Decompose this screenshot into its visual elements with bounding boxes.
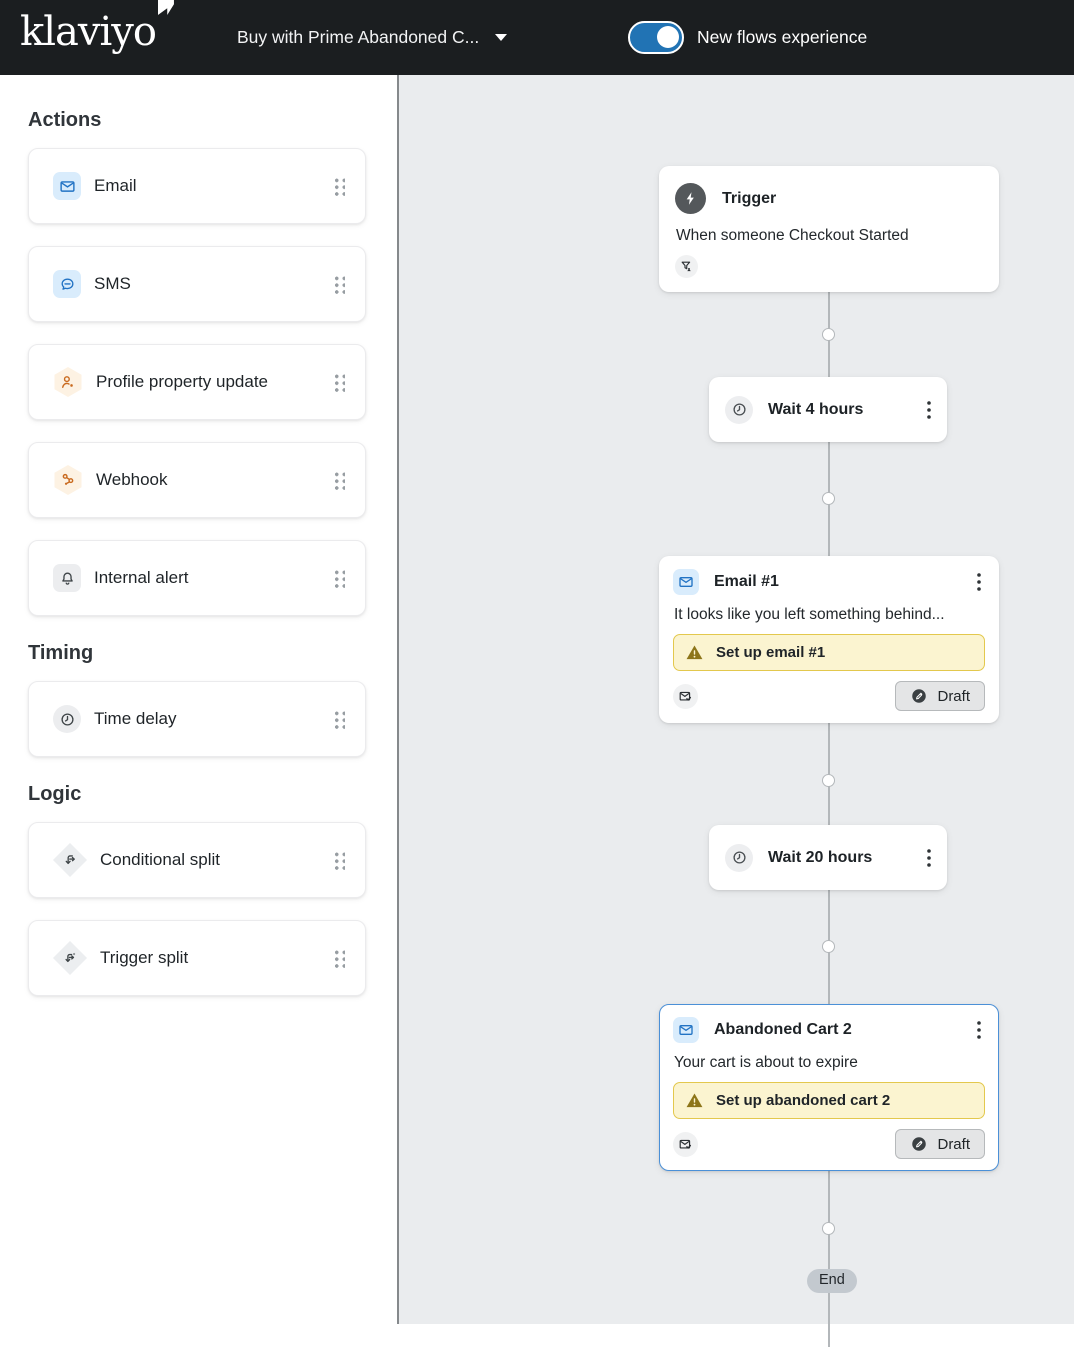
email-subject: Your cart is about to expire	[674, 1054, 985, 1072]
kebab-menu-icon[interactable]	[973, 1019, 985, 1041]
kebab-menu-icon[interactable]	[923, 847, 935, 869]
flow-name: Buy with Prime Abandoned C...	[237, 27, 479, 48]
new-flows-toggle-group: New flows experience	[628, 0, 867, 75]
wait-node-4-hours[interactable]: Wait 4 hours	[709, 377, 947, 442]
toggle-label: New flows experience	[697, 27, 867, 48]
top-bar: klaviyo Buy with Prime Abandoned C... Ne…	[0, 0, 1074, 75]
draft-status-badge[interactable]: Draft	[895, 681, 985, 711]
conditional-split-icon	[53, 843, 87, 877]
palette-item-label: Time delay	[94, 709, 177, 729]
flow-connector-dot[interactable]	[822, 328, 835, 341]
action-palette-sidebar: Actions Email SMS Profile property updat…	[0, 75, 397, 1324]
draft-status-badge[interactable]: Draft	[895, 1129, 985, 1159]
flow-end-badge: End	[807, 1269, 857, 1293]
toggle-knob	[657, 26, 679, 48]
trigger-split-icon	[53, 941, 87, 975]
flow-connector-dot[interactable]	[822, 774, 835, 787]
palette-item-time-delay[interactable]: Time delay	[28, 681, 366, 757]
lightning-icon	[675, 183, 706, 214]
warning-icon	[685, 643, 704, 662]
setup-warning-banner[interactable]: Set up email #1	[673, 634, 985, 671]
email-status-icon	[673, 684, 698, 709]
drag-handle-icon[interactable]	[333, 949, 345, 968]
flow-connector-line	[828, 290, 830, 1347]
palette-item-label: Profile property update	[96, 372, 268, 392]
email-icon	[673, 569, 699, 595]
palette-item-sms[interactable]: SMS	[28, 246, 366, 322]
email-node-abandoned-cart-2[interactable]: Abandoned Cart 2 Your cart is about to e…	[659, 1004, 999, 1171]
klaviyo-logo[interactable]: klaviyo	[20, 12, 174, 52]
filter-profile-icon[interactable]	[675, 255, 698, 278]
drag-handle-icon[interactable]	[333, 471, 345, 490]
drag-handle-icon[interactable]	[333, 373, 345, 392]
section-title-logic: Logic	[28, 783, 366, 806]
clock-icon	[53, 705, 81, 733]
flow-connector-dot[interactable]	[822, 492, 835, 505]
flow-name-dropdown[interactable]: Buy with Prime Abandoned C...	[237, 0, 507, 75]
trigger-description: When someone Checkout Started	[676, 227, 983, 245]
drag-handle-icon[interactable]	[333, 275, 345, 294]
palette-item-label: Webhook	[96, 470, 168, 490]
klaviyo-flag-icon	[158, 0, 174, 15]
flow-canvas[interactable]: Trigger When someone Checkout Started Wa…	[399, 75, 1074, 1324]
palette-item-label: SMS	[94, 274, 131, 294]
email-icon	[673, 1017, 699, 1043]
clock-icon	[725, 396, 753, 424]
palette-item-label: Internal alert	[94, 568, 189, 588]
clock-icon	[725, 844, 753, 872]
palette-item-label: Trigger split	[100, 948, 188, 968]
email-node-title: Email #1	[714, 573, 779, 591]
setup-warning-banner[interactable]: Set up abandoned cart 2	[673, 1082, 985, 1119]
wait-node-title: Wait 4 hours	[768, 401, 863, 419]
palette-item-webhook[interactable]: Webhook	[28, 442, 366, 518]
draft-label: Draft	[937, 688, 970, 705]
profile-property-icon	[53, 367, 83, 397]
drag-handle-icon[interactable]	[333, 710, 345, 729]
wait-node-20-hours[interactable]: Wait 20 hours	[709, 825, 947, 890]
warning-icon	[685, 1091, 704, 1110]
email-subject: It looks like you left something behind.…	[674, 606, 985, 624]
flow-connector-dot[interactable]	[822, 1222, 835, 1235]
new-flows-toggle[interactable]	[628, 21, 684, 54]
section-title-timing: Timing	[28, 642, 366, 665]
wait-node-title: Wait 20 hours	[768, 849, 872, 867]
kebab-menu-icon[interactable]	[923, 399, 935, 421]
email-status-icon	[673, 1132, 698, 1157]
email-node-1[interactable]: Email #1 It looks like you left somethin…	[659, 556, 999, 723]
trigger-node[interactable]: Trigger When someone Checkout Started	[659, 166, 999, 292]
webhook-icon	[53, 465, 83, 495]
palette-item-label: Conditional split	[100, 850, 220, 870]
drag-handle-icon[interactable]	[333, 569, 345, 588]
setup-warning-text: Set up email #1	[716, 644, 825, 661]
drag-handle-icon[interactable]	[333, 851, 345, 870]
pencil-icon	[910, 687, 928, 705]
chevron-down-icon	[495, 34, 507, 41]
draft-label: Draft	[937, 1136, 970, 1153]
drag-handle-icon[interactable]	[333, 177, 345, 196]
palette-item-email[interactable]: Email	[28, 148, 366, 224]
palette-item-conditional-split[interactable]: Conditional split	[28, 822, 366, 898]
palette-item-label: Email	[94, 176, 137, 196]
kebab-menu-icon[interactable]	[973, 571, 985, 593]
palette-item-profile-property-update[interactable]: Profile property update	[28, 344, 366, 420]
sms-icon	[53, 270, 81, 298]
email-icon	[53, 172, 81, 200]
section-title-actions: Actions	[28, 109, 366, 132]
email-node-title: Abandoned Cart 2	[714, 1021, 852, 1039]
bell-icon	[53, 564, 81, 592]
trigger-title: Trigger	[722, 190, 776, 208]
setup-warning-text: Set up abandoned cart 2	[716, 1092, 890, 1109]
palette-item-internal-alert[interactable]: Internal alert	[28, 540, 366, 616]
palette-item-trigger-split[interactable]: Trigger split	[28, 920, 366, 996]
flow-connector-dot[interactable]	[822, 940, 835, 953]
pencil-icon	[910, 1135, 928, 1153]
